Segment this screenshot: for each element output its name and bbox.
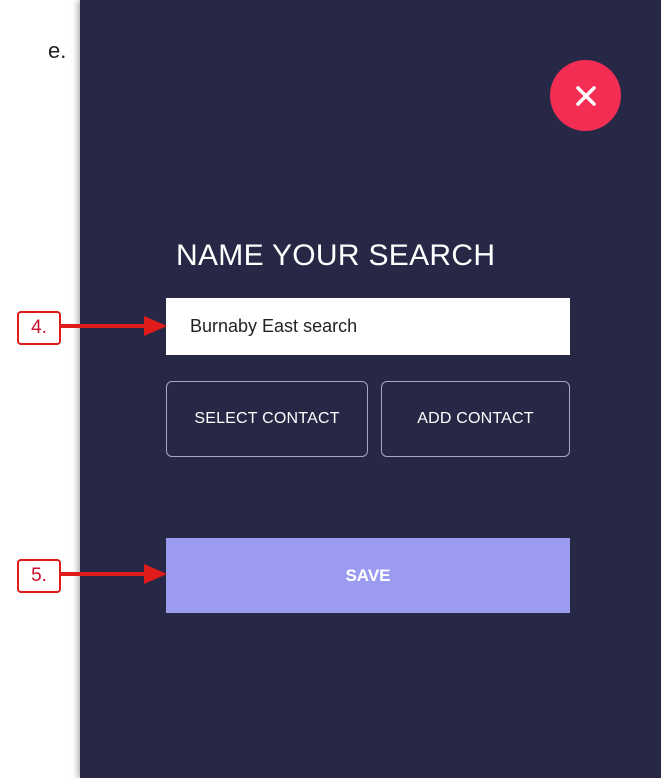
callout-arrow-icon — [60, 316, 167, 336]
callout-step-4: 4. — [17, 311, 61, 345]
save-button[interactable]: SAVE — [166, 538, 570, 613]
close-icon — [575, 85, 596, 106]
modal-title: NAME YOUR SEARCH — [176, 239, 496, 272]
select-contact-button[interactable]: SELECT CONTACT — [166, 381, 368, 457]
add-contact-button[interactable]: ADD CONTACT — [381, 381, 570, 457]
callout-step-5: 5. — [17, 559, 61, 593]
search-name-input[interactable] — [166, 298, 570, 355]
callout-arrow-icon — [60, 564, 167, 584]
close-button[interactable] — [550, 60, 621, 131]
document-text-fragment: e. — [48, 38, 67, 63]
